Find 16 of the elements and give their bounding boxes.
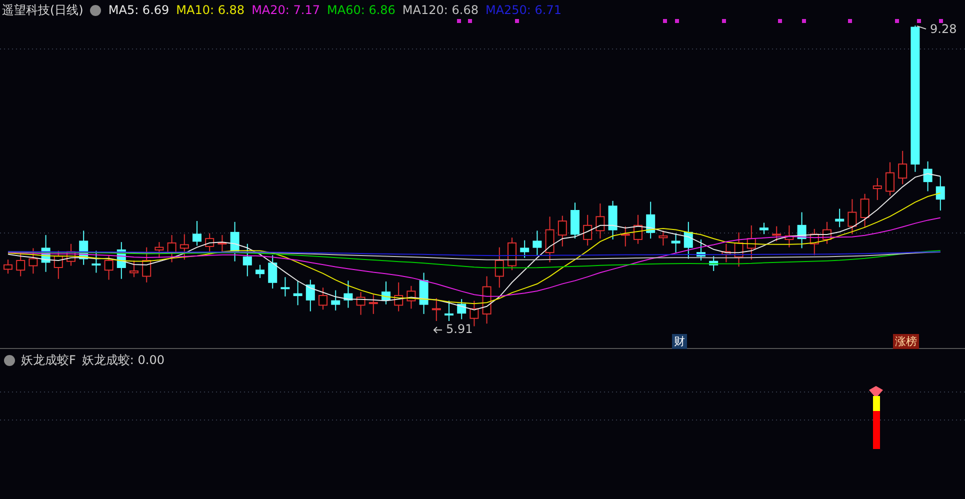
high-price-label: 9.28: [930, 22, 957, 36]
moving-average-value: MA120: 6.68: [402, 3, 478, 17]
indicator-bar-drawing: [869, 386, 883, 449]
low-price-label: 5.91: [446, 322, 473, 336]
indicator-reading: 妖龙成蛟: 0.00: [82, 352, 164, 369]
leader-line: [916, 26, 926, 30]
indicator-name: 妖龙成蛟F: [21, 352, 76, 369]
event-marker[interactable]: 涨榜: [893, 334, 919, 349]
moving-average-value: MA5: 6.69: [108, 3, 170, 17]
moving-average-value: MA10: 6.88: [176, 3, 245, 17]
arrow-icon: [433, 326, 442, 334]
moving-average-value: MA250: 6.71: [485, 3, 562, 17]
moving-average-value: MA60: 6.86: [327, 3, 396, 17]
moving-average-value: MA20: 7.17: [252, 3, 320, 17]
stock-title: 遥望科技(日线): [2, 2, 84, 18]
event-marker[interactable]: 财: [672, 334, 687, 349]
